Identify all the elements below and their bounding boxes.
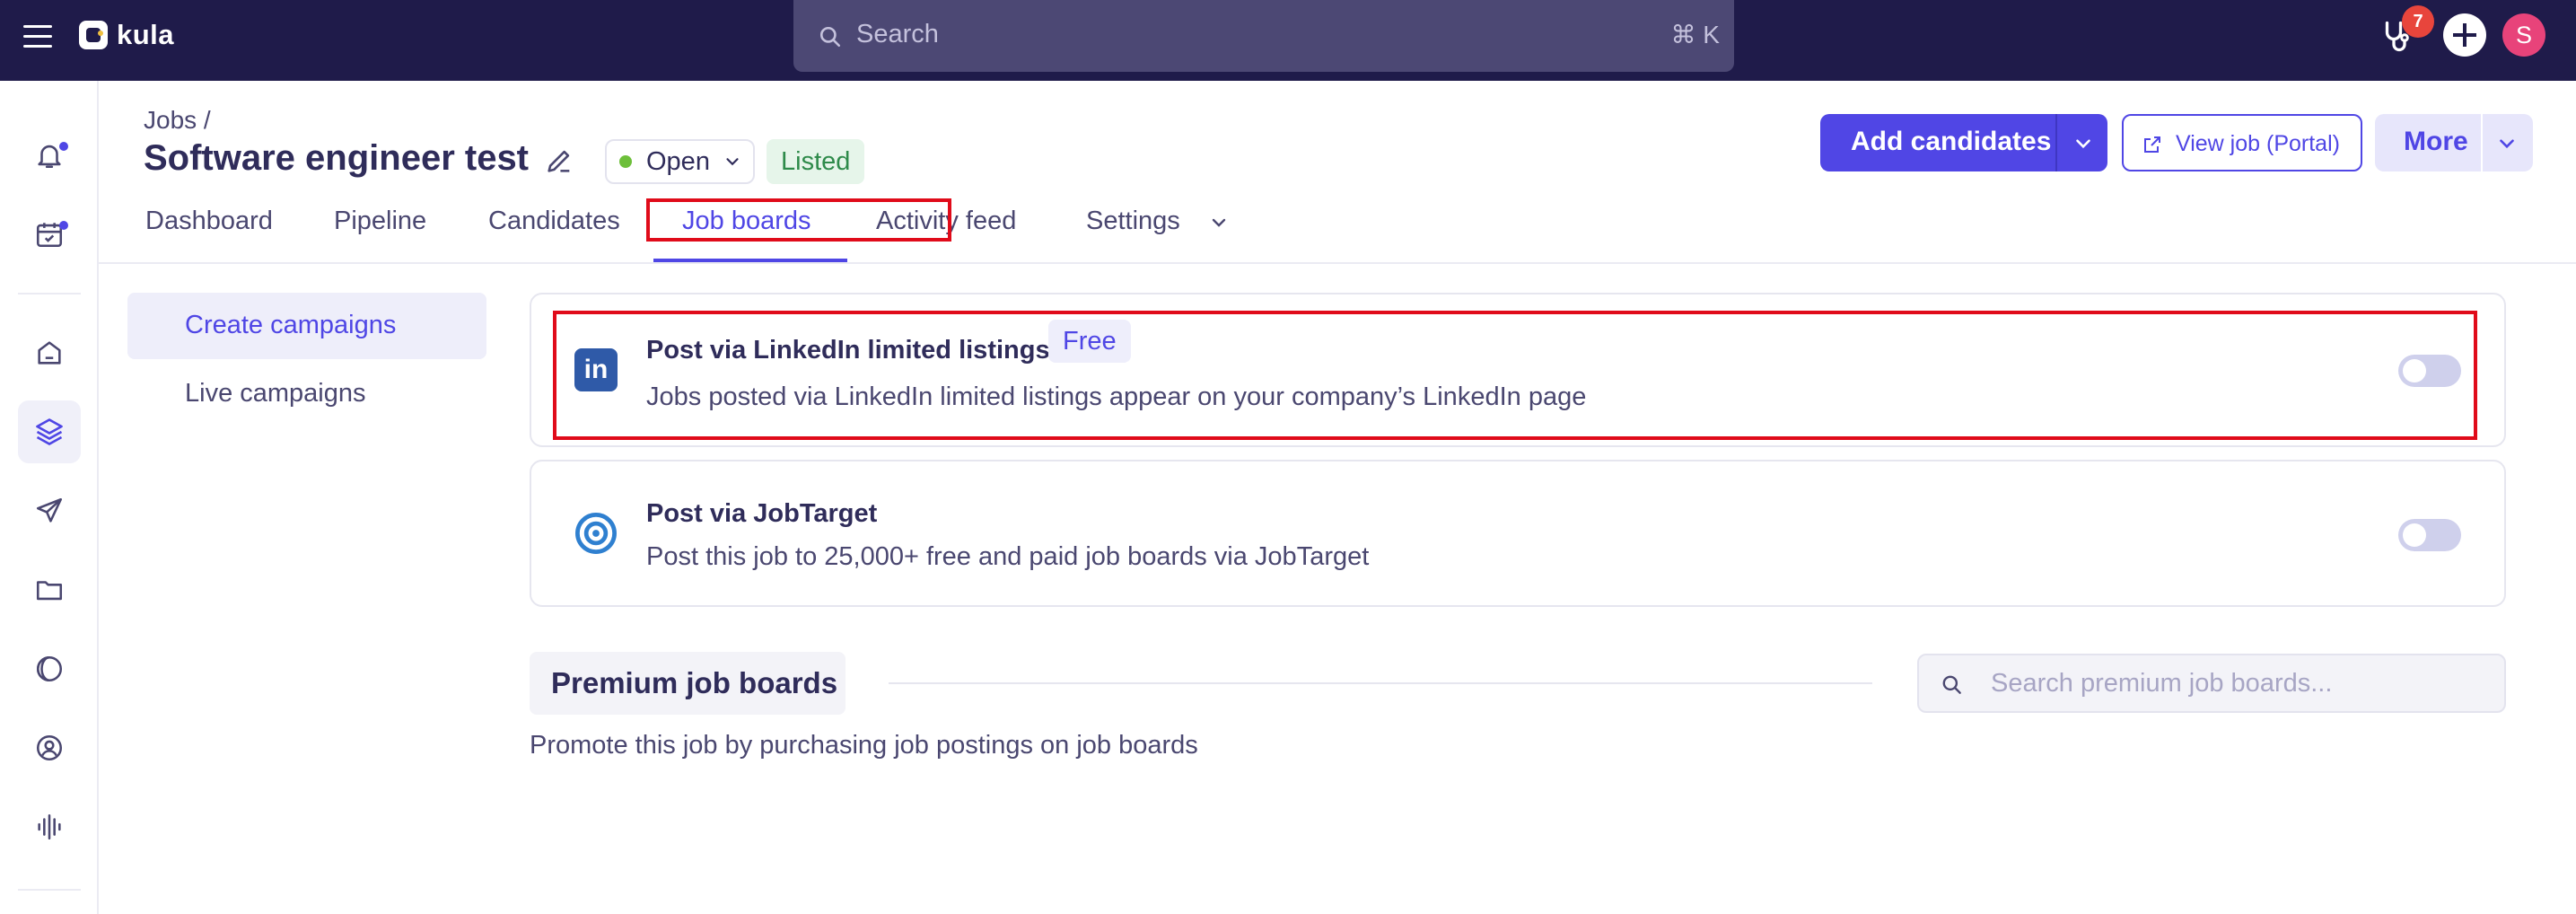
subnav-live-campaigns[interactable]: Live campaigns [185,379,366,409]
tab-settings[interactable]: Settings [1086,207,1180,246]
home-icon [38,341,61,365]
unread-dot [59,142,68,151]
search-icon [1942,675,1961,694]
tab-candidates[interactable]: Candidates [488,207,620,246]
status-dot [619,155,632,168]
rail-notifications[interactable] [18,124,81,187]
menu-icon[interactable] [23,25,52,48]
layers-icon [36,418,63,446]
rail-files[interactable] [18,558,81,621]
premium-description: Promote this job by purchasing job posti… [530,731,1198,760]
send-icon [36,497,63,523]
search-icon [819,26,841,48]
premium-heading: Premium job boards [551,666,838,699]
more-button[interactable]: More [2375,114,2533,171]
chevron-down-icon[interactable] [1208,212,1230,233]
external-link-icon [2144,136,2160,153]
rail-audio[interactable] [18,795,81,858]
view-job-label: View job (Portal) [2176,131,2340,156]
premium-search-input[interactable] [1991,664,2493,702]
more-label: More [2404,127,2468,156]
view-job-portal-button[interactable]: View job (Portal) [2122,114,2362,171]
rail-insights[interactable] [18,637,81,700]
folder-icon [36,581,63,601]
rail-jobs[interactable] [18,400,81,463]
notification-count-badge: 7 [2402,5,2434,38]
section-divider [889,682,1872,684]
board-description: Post this job to 25,000+ free and paid j… [646,542,1370,571]
half-circle-icon [36,655,63,682]
jobtarget-board-card: Post via JobTarget Post this job to 25,0… [530,460,2506,607]
app-name: kula [117,19,175,50]
rail-divider [18,293,81,294]
highlight-box [646,198,951,242]
active-tab-indicator [653,259,847,262]
button-divider [2055,114,2057,171]
user-avatar[interactable]: S [2502,13,2545,57]
rail-home[interactable] [18,321,81,384]
chevron-down-icon[interactable] [2495,132,2519,155]
tab-pipeline[interactable]: Pipeline [334,207,426,246]
rail-profile[interactable] [18,716,81,779]
rail-campaigns[interactable] [18,479,81,542]
rail-divider [18,889,81,891]
chevron-down-icon [726,158,739,166]
chevron-down-icon[interactable] [2072,132,2095,155]
user-circle-icon [36,734,63,761]
jobtarget-icon [575,513,617,554]
add-candidates-label: Add candidates [1851,127,2052,156]
board-title: Post via JobTarget [646,499,878,528]
breadcrumb[interactable]: Jobs / [144,106,211,135]
tab-dashboard[interactable]: Dashboard [145,207,273,246]
kula-logo-icon [79,21,108,49]
button-divider [2481,114,2483,171]
subnav-create-campaigns[interactable]: Create campaigns [185,311,396,340]
create-new-button[interactable] [2443,13,2486,57]
search-placeholder: Search [856,20,939,48]
listed-badge: Listed [767,139,865,184]
global-search[interactable]: Search ⌘ K [793,0,1734,72]
premium-search-box[interactable] [1917,654,2506,713]
pencil-icon[interactable] [544,145,574,176]
top-bar: kula Search ⌘ K 7 S [0,0,2576,81]
add-candidates-button[interactable]: Add candidates [1820,114,2107,171]
job-status-dropdown[interactable]: Open [605,139,755,184]
left-rail [0,81,99,914]
job-tabs: Dashboard Pipeline Candidates Job boards… [99,196,2576,264]
rail-calendar[interactable] [18,203,81,266]
premium-heading-box: Premium job boards [530,652,846,715]
app-logo[interactable]: kula [79,19,175,50]
job-status: Open [646,146,710,176]
page-title: Software engineer test [144,138,530,178]
unread-dot [59,221,68,230]
waveform-icon [38,813,61,840]
highlight-box [553,311,2477,440]
search-shortcut: ⌘ K [1670,21,1720,48]
jobtarget-toggle[interactable] [2398,519,2461,551]
